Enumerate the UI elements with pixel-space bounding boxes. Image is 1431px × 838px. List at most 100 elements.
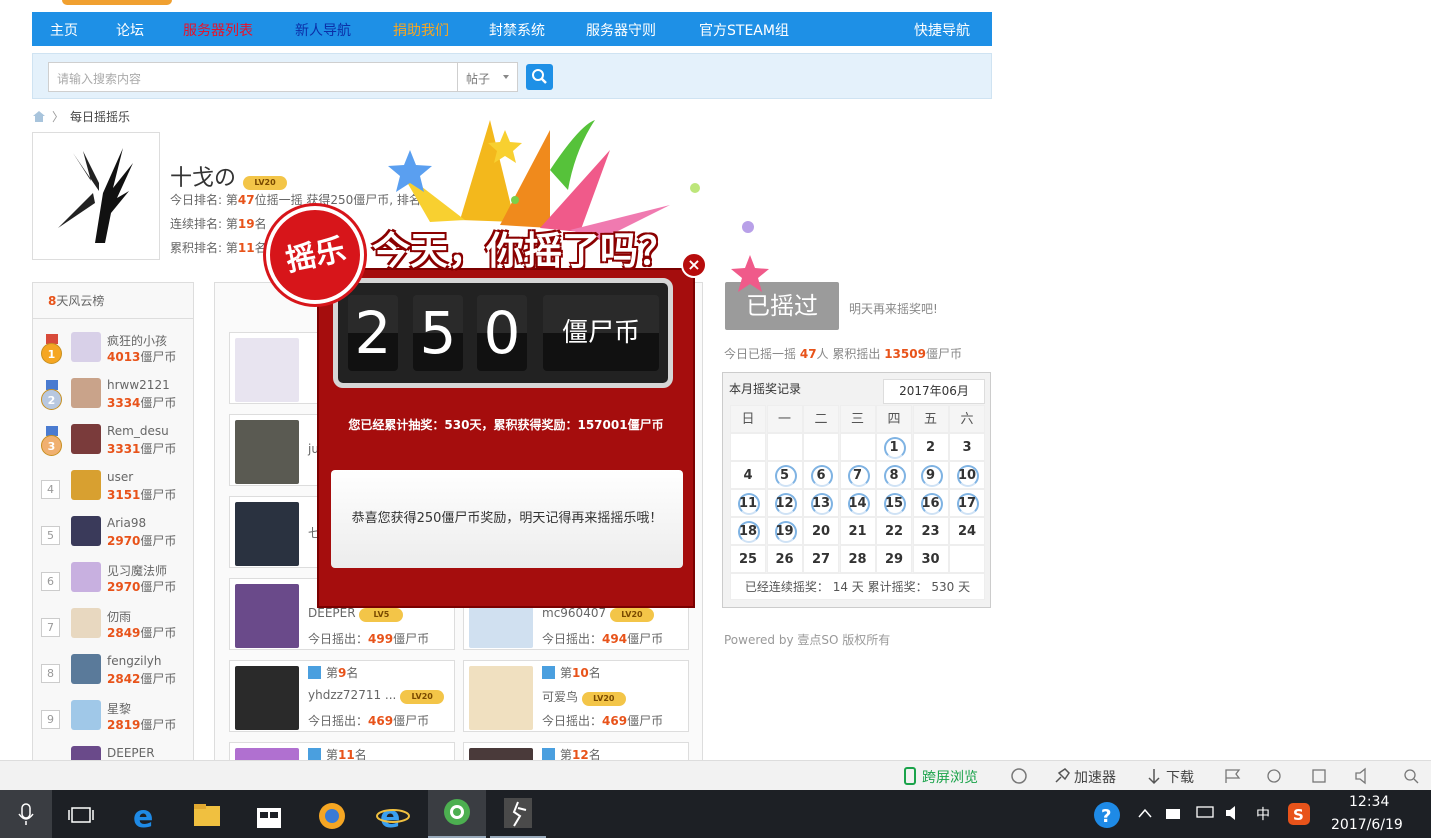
- rank-user-name[interactable]: user: [107, 470, 133, 484]
- site-logo[interactable]: [62, 0, 172, 5]
- avatar[interactable]: [71, 562, 101, 592]
- store-icon[interactable]: [244, 794, 294, 838]
- cs-game-task[interactable]: [490, 790, 546, 838]
- edge-browser-icon[interactable]: e: [120, 794, 170, 838]
- card-user-name-text: yhdzz72711 ...: [308, 688, 397, 702]
- popup-close-button[interactable]: ×: [681, 252, 707, 278]
- rank-score: 2970僵尸币: [107, 578, 176, 595]
- avatar[interactable]: [71, 470, 101, 500]
- leaderboard-item[interactable]: 2 hrww2121 3334僵尸币: [41, 378, 191, 424]
- battery-icon[interactable]: [1164, 806, 1184, 822]
- internet-explorer-icon[interactable]: e: [368, 794, 418, 838]
- ime-indicator[interactable]: 中: [1256, 804, 1270, 824]
- microphone-button[interactable]: [0, 790, 52, 838]
- rank-star-icon: [308, 666, 321, 679]
- avatar[interactable]: [71, 378, 101, 408]
- clock-time[interactable]: 12:34: [1349, 794, 1389, 810]
- nav-quick-nav[interactable]: 快捷导航: [914, 20, 970, 40]
- rank-user-name[interactable]: 仞雨: [107, 608, 131, 625]
- card-user-name[interactable]: mc960407 LV20: [542, 606, 654, 622]
- rank-user-name[interactable]: 见习魔法师: [107, 562, 167, 579]
- rank-user-name[interactable]: Aria98: [107, 516, 146, 530]
- flag-icon[interactable]: [1224, 768, 1242, 784]
- search-bar: 请输入搜索内容 帖子: [32, 53, 992, 99]
- rank-user-name[interactable]: hrww2121: [107, 378, 170, 392]
- leaderboard-item[interactable]: 1 疯狂的小孩 4013僵尸币: [41, 332, 191, 378]
- nav-server-list[interactable]: 服务器列表: [183, 20, 253, 40]
- card-user-name[interactable]: yhdzz72711 ... LV20: [308, 688, 445, 704]
- nav-newbie-guide[interactable]: 新人导航: [295, 20, 351, 40]
- nav-server-rules[interactable]: 服务器守则: [586, 20, 656, 40]
- avatar[interactable]: [235, 502, 299, 566]
- calendar-day-number: 3: [962, 440, 972, 455]
- nav-ban-system[interactable]: 封禁系统: [489, 20, 545, 40]
- help-icon[interactable]: ?: [1093, 801, 1121, 829]
- nav-home[interactable]: 主页: [50, 20, 78, 40]
- leaderboard-item[interactable]: 8 fengzilyh 2842僵尸币: [41, 654, 191, 700]
- avatar[interactable]: [71, 332, 101, 362]
- calendar-day-number: 8: [889, 468, 899, 483]
- rank-number: 4: [41, 480, 60, 499]
- ie-mode-icon[interactable]: [1265, 767, 1283, 785]
- reward-counter: 2 5 0 僵尸币: [333, 278, 673, 388]
- calendar-day: 16: [912, 489, 949, 517]
- avatar[interactable]: [71, 424, 101, 454]
- calendar-day-number: 12: [775, 496, 794, 511]
- leaderboard-item[interactable]: 4 user 3151僵尸币: [41, 470, 191, 516]
- avatar[interactable]: [71, 654, 101, 684]
- chevron-up-icon[interactable]: [1136, 806, 1154, 822]
- rank-user-name[interactable]: DEEPER: [107, 746, 155, 760]
- nav-forum[interactable]: 论坛: [116, 20, 144, 40]
- calendar-weekday: 五: [912, 405, 949, 433]
- avatar[interactable]: [71, 516, 101, 546]
- qq-browser-icon[interactable]: [307, 794, 357, 838]
- refresh-icon[interactable]: [1010, 767, 1028, 785]
- leaderboard-item[interactable]: 6 见习魔法师 2970僵尸币: [41, 562, 191, 608]
- calendar-day-number: 24: [957, 524, 977, 539]
- cross-screen-button[interactable]: 跨屏浏览: [922, 767, 978, 787]
- accelerator-button[interactable]: 加速器: [1074, 767, 1116, 787]
- download-button[interactable]: 下载: [1166, 767, 1194, 787]
- calendar-month-select[interactable]: 2017年06月: [883, 379, 985, 404]
- speaker-icon[interactable]: [1354, 767, 1374, 785]
- card-user-name[interactable]: 可爱鸟 LV20: [542, 688, 626, 706]
- rank-score-value: 3151: [107, 488, 141, 502]
- home-icon[interactable]: [32, 110, 46, 123]
- avatar[interactable]: [71, 700, 101, 730]
- clock-date[interactable]: 2017/6/19: [1331, 817, 1403, 833]
- task-view-icon[interactable]: [57, 794, 107, 838]
- rank-user-name[interactable]: fengzilyh: [107, 654, 162, 668]
- leaderboard-item[interactable]: 5 Aria98 2970僵尸币: [41, 516, 191, 562]
- rank-star-icon: [542, 666, 555, 679]
- nav-steam-group[interactable]: 官方STEAM组: [699, 20, 789, 40]
- volume-icon[interactable]: [1224, 804, 1244, 822]
- avatar[interactable]: [235, 584, 299, 648]
- rank-user-name[interactable]: Rem_desu: [107, 424, 169, 438]
- window-icon[interactable]: [1310, 767, 1328, 785]
- ranking-card[interactable]: 第9名 yhdzz72711 ... LV20 今日摇出：469僵尸币: [229, 660, 455, 732]
- rank-user-name[interactable]: 星黎: [107, 700, 131, 717]
- nav-donate[interactable]: 捐助我们: [393, 20, 449, 40]
- calendar-day: 24: [949, 517, 985, 545]
- avatar[interactable]: [235, 338, 299, 402]
- avatar[interactable]: [469, 666, 533, 730]
- calendar-day: 19: [766, 517, 803, 545]
- card-user-name[interactable]: DEEPER LV5: [308, 606, 404, 622]
- active-browser-task[interactable]: [428, 790, 486, 838]
- search-type-select[interactable]: 帖子: [458, 62, 518, 92]
- avatar[interactable]: [71, 608, 101, 638]
- zoom-icon[interactable]: [1402, 767, 1422, 785]
- search-input[interactable]: 请输入搜索内容: [48, 62, 458, 92]
- search-button[interactable]: [526, 64, 553, 90]
- rank-user-name[interactable]: 疯狂的小孩: [107, 332, 167, 349]
- leaderboard-item[interactable]: 9 星黎 2819僵尸币: [41, 700, 191, 746]
- file-explorer-icon[interactable]: [182, 794, 232, 838]
- ranking-card[interactable]: 第10名 可爱鸟 LV20 今日摇出：469僵尸币: [463, 660, 689, 732]
- leaderboard-item[interactable]: 7 仞雨 2849僵尸币: [41, 608, 191, 654]
- sogou-input-icon[interactable]: S: [1287, 802, 1311, 826]
- network-icon[interactable]: [1195, 804, 1215, 822]
- avatar[interactable]: [235, 420, 299, 484]
- rank-score-value: 2819: [107, 718, 141, 732]
- leaderboard-item[interactable]: 3 Rem_desu 3331僵尸币: [41, 424, 191, 470]
- avatar[interactable]: [235, 666, 299, 730]
